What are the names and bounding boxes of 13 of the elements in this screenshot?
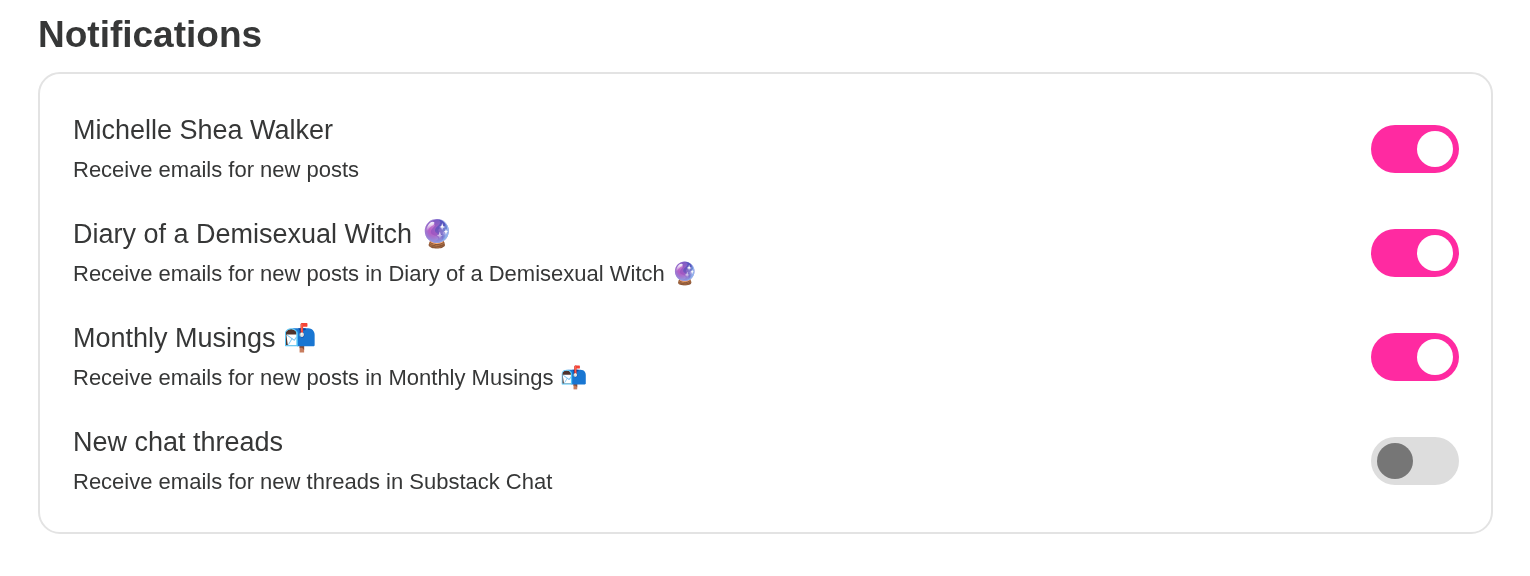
setting-title: Monthly Musings 📬 bbox=[73, 322, 318, 354]
section-heading: Notifications bbox=[38, 13, 263, 57]
toggle-switch[interactable] bbox=[1371, 125, 1459, 173]
setting-description: Receive emails for new posts bbox=[73, 156, 360, 184]
setting-title: Diary of a Demisexual Witch 🔮 bbox=[73, 218, 454, 250]
setting-description: Receive emails for new posts in Monthly Musings 📬 bbox=[73, 364, 587, 392]
toggle-switch[interactable] bbox=[1371, 333, 1459, 381]
setting-description: Receive emails for new threads in Substack Chat bbox=[73, 468, 553, 496]
setting-title: New chat threads bbox=[73, 426, 284, 458]
setting-title: Michelle Shea Walker bbox=[73, 114, 334, 146]
toggle-switch[interactable] bbox=[1371, 229, 1459, 277]
toggle-switch[interactable] bbox=[1371, 437, 1459, 485]
setting-description: Receive emails for new posts in Diary of a Demisexual Witch 🔮 bbox=[73, 260, 698, 288]
